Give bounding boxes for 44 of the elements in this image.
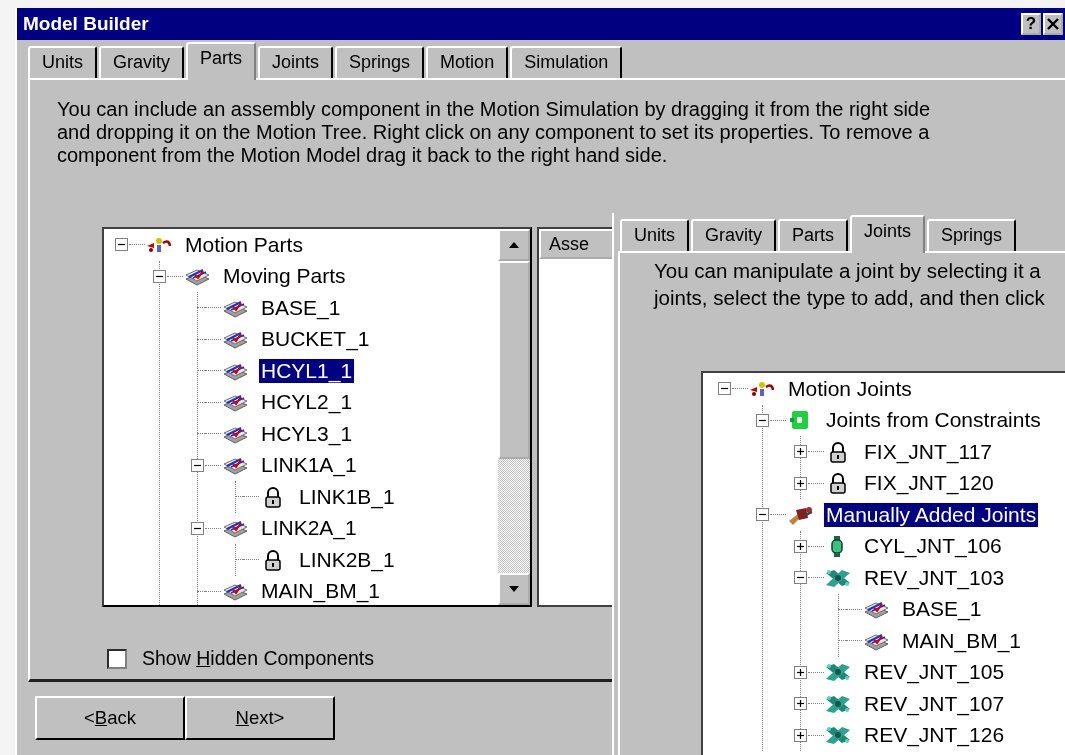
wizard-button[interactable]: Next> xyxy=(185,696,335,740)
help-button[interactable]: ? xyxy=(1021,13,1041,35)
tab[interactable]: Springs xyxy=(335,46,425,78)
tree-item[interactable]: Joints from Constraints xyxy=(824,408,1043,433)
tree-item[interactable]: REV_JNT_105 xyxy=(862,660,1007,685)
tab[interactable]: Units xyxy=(28,46,97,78)
tab[interactable]: Parts xyxy=(778,219,849,251)
tab[interactable]: Springs xyxy=(927,219,1017,251)
tree-item[interactable]: HCYL3_1 xyxy=(259,421,355,446)
tab[interactable]: Gravity xyxy=(691,219,777,251)
tree-item[interactable]: LINK1A_1 xyxy=(259,453,359,478)
tree-item[interactable]: FIX_JNT_120 xyxy=(862,471,996,496)
tree-item[interactable]: Motion Joints xyxy=(786,376,914,401)
tree-item[interactable]: REV_JNT_107 xyxy=(862,691,1007,716)
tree-item[interactable]: HCYL2_1 xyxy=(259,390,355,415)
tree-item[interactable]: MAIN_BM_1 xyxy=(259,579,383,604)
tree-item[interactable]: Manually Added Joints xyxy=(824,502,1039,527)
tree-item[interactable]: HCYL1_1 xyxy=(259,358,355,383)
description-line: You can manipulate a joint by selecting it a xyxy=(654,258,1042,284)
tab[interactable]: Parts xyxy=(186,42,257,80)
tab[interactable]: Motion xyxy=(426,46,509,78)
tab[interactable]: Simulation xyxy=(510,46,623,78)
description-text: You can include an assembly component in the Motion Simulation by dragging it from the right side and dropping it on the Motion Tree. Right click on any component to set its properties. To remove a component from the Motion Model drag it back to the right hand side. xyxy=(57,98,932,167)
wizard-button[interactable]: <Back xyxy=(35,696,185,740)
tree-item[interactable]: FIX_JNT_117 xyxy=(862,439,994,464)
tree-item[interactable]: LINK1B_1 xyxy=(297,484,397,509)
window-title: Model Builder xyxy=(23,13,149,35)
tree-item[interactable]: REV_JNT_103 xyxy=(862,565,1007,590)
tab[interactable]: Joints xyxy=(258,46,334,78)
tab[interactable]: Units xyxy=(620,219,689,251)
tree-item[interactable]: BUCKET_1 xyxy=(259,327,372,352)
tree-item[interactable]: BASE_1 xyxy=(259,295,343,320)
tab[interactable]: Joints xyxy=(850,215,926,253)
checkbox-label[interactable]: Show Hidden Components xyxy=(142,647,374,670)
tree-item[interactable]: LINK2B_1 xyxy=(297,547,397,572)
tree-item[interactable]: MAIN_BM_1 xyxy=(900,628,1024,653)
tree-item[interactable]: CYL_JNT_106 xyxy=(862,534,1004,559)
tree-item[interactable]: Motion Parts xyxy=(183,232,305,257)
description-line: joints, select the type to add, and then click xyxy=(654,285,1046,311)
tree-item[interactable]: Moving Parts xyxy=(221,264,348,289)
tree-item[interactable]: BASE_1 xyxy=(900,597,984,622)
tree-item[interactable]: LINK2A_1 xyxy=(259,516,359,541)
tab[interactable]: Gravity xyxy=(99,46,185,78)
tree-item[interactable]: REV_JNT_126 xyxy=(862,723,1007,748)
